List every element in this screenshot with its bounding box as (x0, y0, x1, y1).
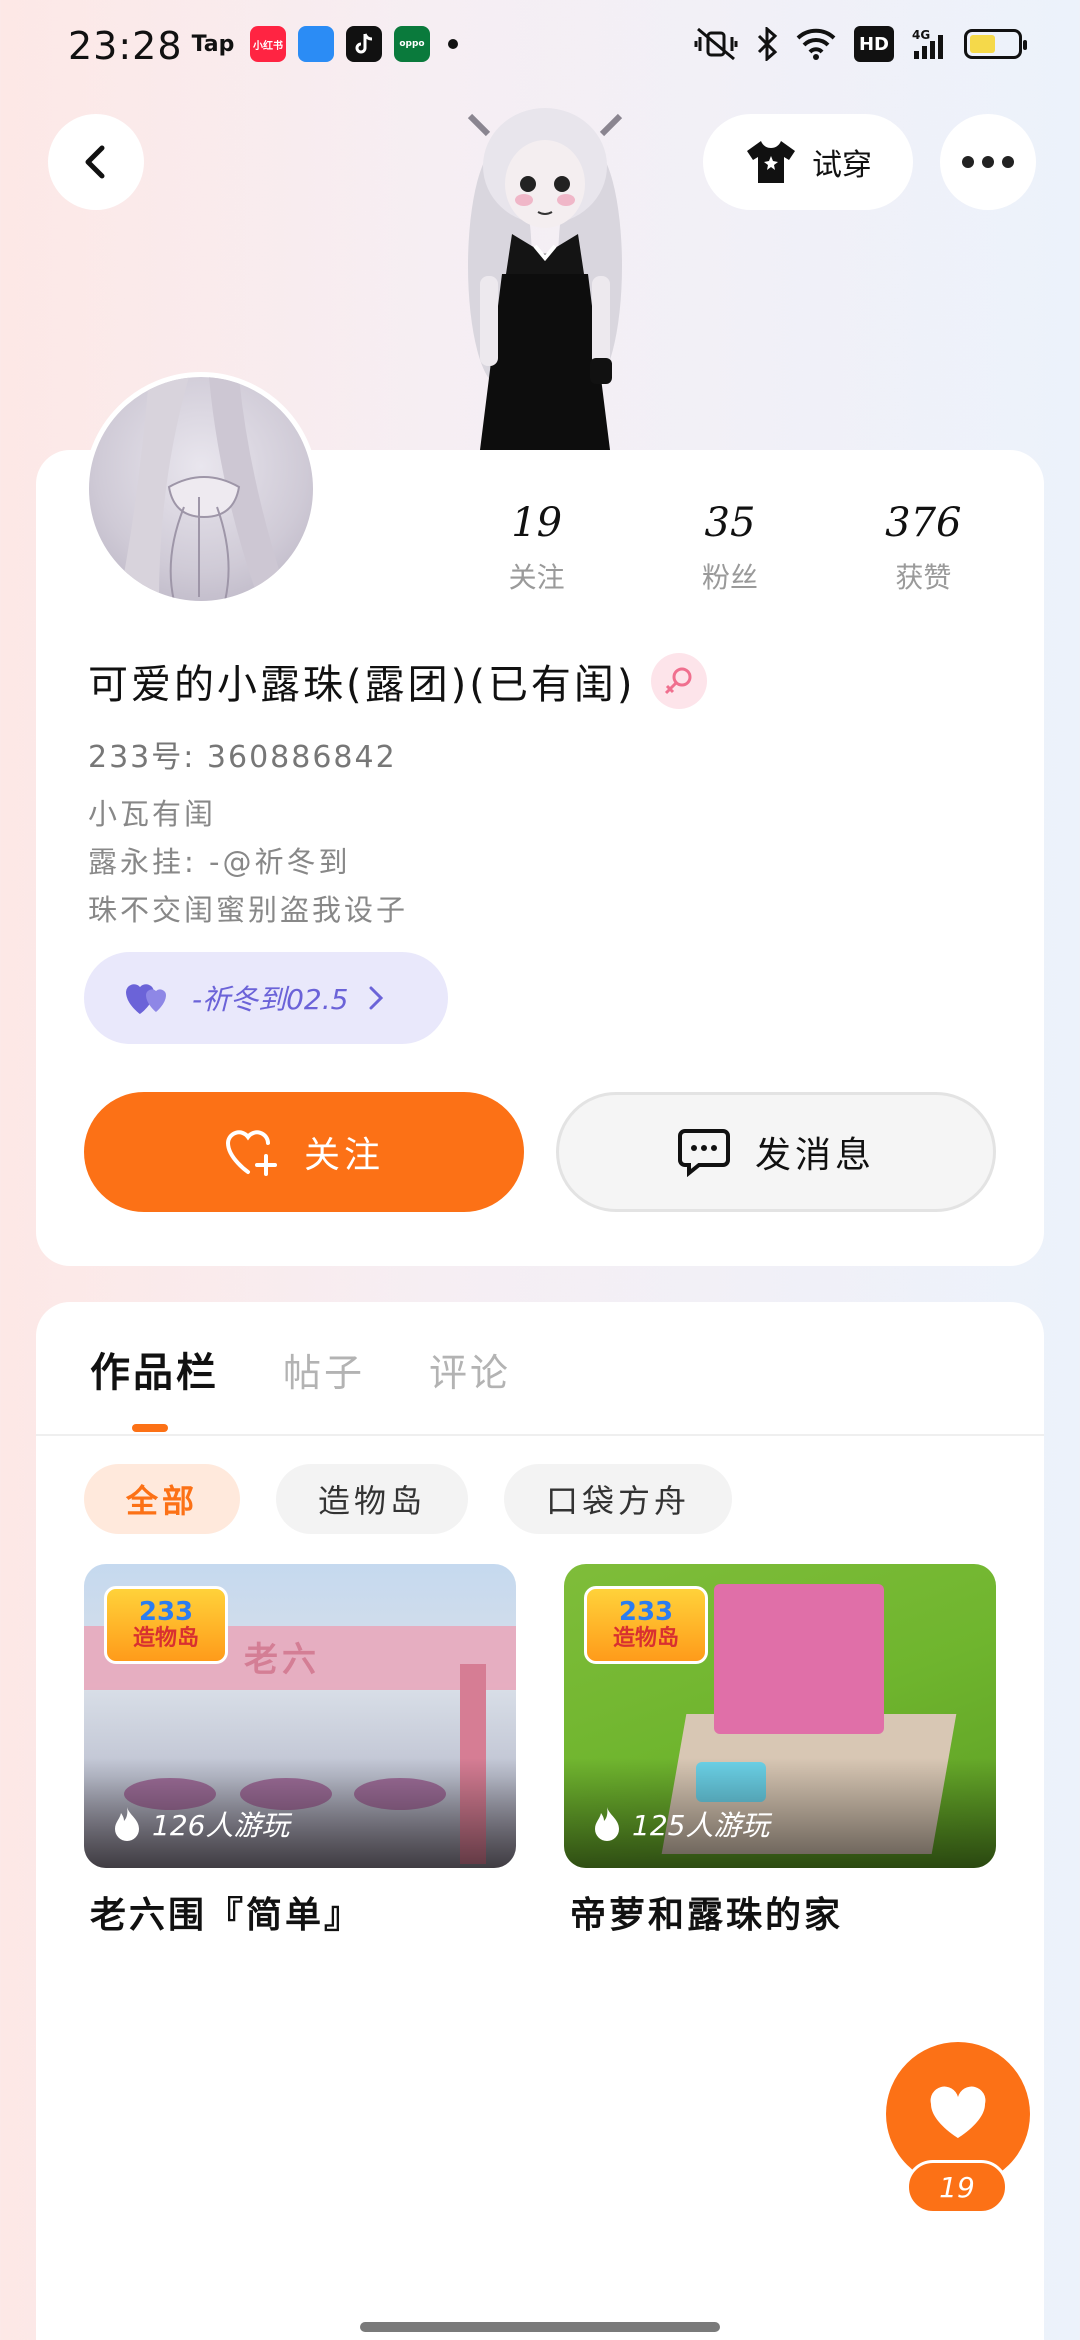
more-dot-icon (962, 156, 974, 168)
stat-likes-value: 376 (885, 500, 962, 546)
relationship-tag-label: -祈冬到02.5 (192, 983, 349, 1016)
stat-likes-label: 获赞 (895, 561, 952, 594)
play-count-text: 125人游玩 (632, 1809, 770, 1842)
user-id[interactable]: 233号: 360886842 (88, 732, 397, 776)
game-title[interactable]: 帝萝和露珠的家 (570, 1886, 996, 1938)
profile-avatar[interactable] (84, 372, 318, 606)
bio: 小瓦有闺 露永挂: -@祈冬到 珠不交闺蜜别盗我设子 (88, 790, 408, 934)
status-indicators: HD 4G (694, 26, 1027, 62)
more-dot-icon (982, 156, 994, 168)
tshirt-icon (747, 141, 795, 183)
stat-following-label: 关注 (508, 561, 565, 594)
mute-vibrate-icon (694, 26, 738, 62)
like-count-badge: 19 (906, 2160, 1008, 2214)
try-on-label: 试穿 (812, 148, 872, 183)
try-on-button[interactable]: 试穿 (703, 114, 913, 210)
thumbnail-sign-text: 老六 (244, 1640, 320, 1680)
filter-all[interactable]: 全部 (84, 1464, 241, 1534)
stat-fans-label: 粉丝 (701, 561, 758, 594)
stat-fans-value: 35 (704, 500, 756, 546)
divider (36, 1434, 1044, 1436)
bio-line: 小瓦有闺 (88, 797, 217, 831)
relationship-tag[interactable]: -祈冬到02.5 (84, 952, 448, 1044)
filter-pocket-ark[interactable]: 口袋方舟 (504, 1464, 733, 1534)
blue-app-icon (298, 26, 334, 62)
home-indicator[interactable] (360, 2322, 720, 2332)
back-arrow-icon (85, 145, 105, 179)
play-count-text: 126人游玩 (152, 1809, 290, 1842)
status-bar: 23:28 Tap 小红书 oppo HD 4G (0, 0, 1080, 96)
heart-icon (930, 2086, 986, 2138)
content-tabs: 作品栏 帖子 评论 (90, 1340, 511, 1398)
game-logo: 233 造物岛 (104, 1586, 228, 1664)
filter-island[interactable]: 造物岛 (276, 1464, 469, 1534)
oppo-icon: oppo (394, 26, 430, 62)
battery-level (970, 35, 996, 53)
avatar-3d-character[interactable] (440, 96, 650, 450)
nickname: 可爱的小露珠(露团)(已有闺) (88, 662, 636, 708)
bluetooth-icon (756, 26, 778, 62)
game-title[interactable]: 老六围『简单』 (90, 1886, 516, 1938)
stat-likes[interactable]: 376 获赞 (827, 500, 1020, 596)
svg-text:4G: 4G (912, 28, 930, 42)
more-notifications-dot (448, 39, 458, 49)
tab-posts[interactable]: 帖子 (283, 1342, 365, 1397)
hd-badge: HD (853, 26, 894, 62)
stat-following[interactable]: 19 关注 (440, 500, 633, 596)
send-message-label: 发消息 (754, 1135, 875, 1176)
send-message-button[interactable]: 发消息 (556, 1092, 996, 1212)
bio-line: 露永挂: -@祈冬到 (88, 845, 351, 879)
cellular-signal-icon: 4G (912, 26, 946, 62)
tab-comments[interactable]: 评论 (429, 1342, 511, 1397)
more-options-button[interactable] (940, 114, 1036, 210)
game-thumbnail[interactable]: 老六 233 造物岛 126人游玩 (84, 1564, 516, 1868)
battery-icon (964, 29, 1027, 59)
game-logo: 233 造物岛 (584, 1586, 708, 1664)
chevron-right-icon (369, 986, 384, 1010)
thumbnail-scene (714, 1584, 884, 1734)
profile-stats: 19 关注 35 粉丝 376 获赞 (440, 500, 1020, 596)
follow-button[interactable]: 关注 (84, 1092, 524, 1212)
play-count: 125人游玩 (592, 1804, 769, 1844)
stat-fans[interactable]: 35 粉丝 (633, 500, 826, 596)
stat-following-value: 19 (511, 500, 563, 546)
game-card[interactable]: 老六 233 造物岛 126人游玩 老六围『简单』 (84, 1564, 516, 1938)
status-time: 23:28 (68, 24, 183, 68)
play-count: 126人游玩 (112, 1804, 289, 1844)
heart-plus-icon (225, 1130, 277, 1176)
game-card[interactable]: 233 造物岛 125人游玩 帝萝和露珠的家 (564, 1564, 996, 1938)
flame-icon (595, 1807, 619, 1841)
bio-line: 珠不交闺蜜别盗我设子 (88, 893, 409, 927)
nickname-row: 可爱的小露珠(露团)(已有闺) (88, 652, 708, 710)
taptap-icon: Tap (191, 31, 235, 57)
avatar-image (119, 377, 289, 601)
tiktok-icon (346, 26, 382, 62)
more-dot-icon (1002, 156, 1014, 168)
status-app-icons: Tap 小红书 oppo (188, 26, 458, 62)
works-filters: 全部 造物岛 口袋方舟 (84, 1464, 733, 1534)
back-button[interactable] (48, 114, 144, 210)
flame-icon (115, 1807, 139, 1841)
female-gender-icon (651, 653, 708, 709)
follow-label: 关注 (303, 1135, 384, 1176)
game-thumbnail[interactable]: 233 造物岛 125人游玩 (564, 1564, 996, 1868)
tab-works[interactable]: 作品栏 (90, 1340, 219, 1398)
xiaohongshu-icon: 小红书 (250, 26, 286, 62)
wifi-icon (796, 26, 836, 62)
active-tab-indicator (132, 1424, 168, 1432)
chat-bubble-icon (677, 1129, 730, 1177)
double-heart-icon (126, 984, 166, 1014)
